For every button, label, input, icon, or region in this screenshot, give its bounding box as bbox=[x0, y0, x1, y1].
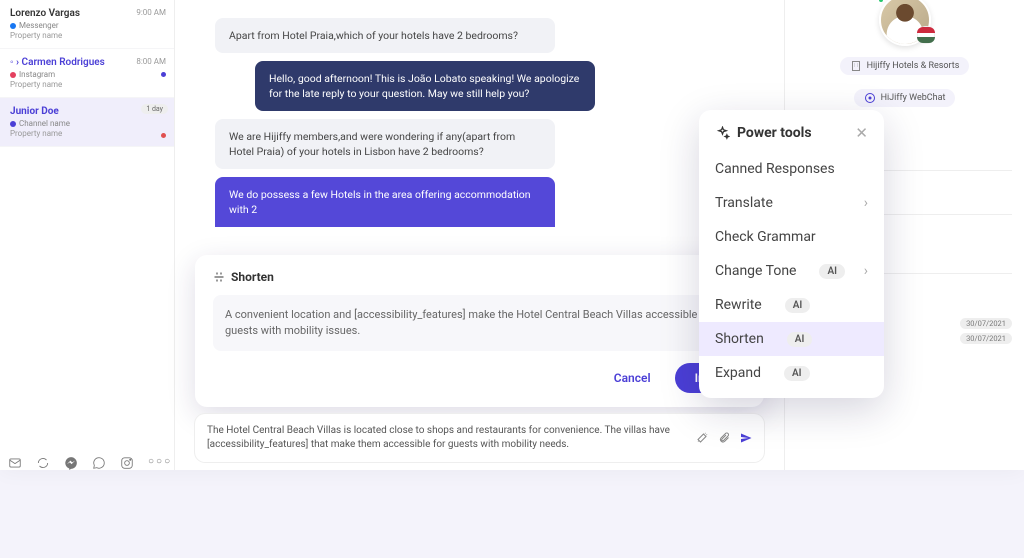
avatar-wrap bbox=[797, 0, 1012, 46]
cancel-button[interactable]: Cancel bbox=[600, 363, 665, 393]
source-row: Instagram bbox=[10, 70, 164, 79]
mail-icon[interactable] bbox=[8, 456, 22, 470]
source-row: Channel name bbox=[10, 119, 164, 128]
timestamp: 8:00 AM bbox=[136, 57, 166, 66]
messenger-icon[interactable] bbox=[64, 456, 78, 470]
ai-badge: AI bbox=[785, 298, 811, 313]
age-badge: 1 day bbox=[141, 104, 168, 114]
request-date: 30/07/2021 bbox=[960, 318, 1012, 329]
source-row: Messenger bbox=[10, 21, 164, 30]
modal-actions: Cancel Insert bbox=[213, 363, 746, 393]
magic-wand-icon[interactable] bbox=[696, 432, 708, 444]
power-tools-popover: Power tools ✕ Canned Responses Translate… bbox=[699, 110, 884, 398]
ai-badge: AI bbox=[787, 332, 813, 347]
tool-expand[interactable]: Expand AI bbox=[699, 356, 884, 390]
close-icon[interactable]: ✕ bbox=[855, 124, 868, 142]
instagram-icon[interactable] bbox=[120, 456, 134, 470]
unread-dot-icon bbox=[161, 72, 166, 77]
webchat-icon bbox=[864, 92, 876, 104]
message-incoming: Apart from Hotel Praia,which of your hot… bbox=[215, 18, 555, 53]
org-row: Hijiffy Hotels & Resorts bbox=[797, 54, 1012, 78]
conversation-item-active[interactable]: Junior Doe Channel name Property name 1 … bbox=[0, 98, 174, 147]
message-outgoing-partial: We do possess a few Hotels in the area o… bbox=[215, 177, 555, 227]
status-dot-icon bbox=[161, 133, 166, 138]
channel-dock: ○○○ bbox=[8, 456, 172, 470]
popover-title: Power tools bbox=[715, 125, 812, 141]
tool-rewrite[interactable]: Rewrite AI bbox=[699, 288, 884, 322]
request-date: 30/07/2021 bbox=[960, 333, 1012, 344]
tool-canned-responses[interactable]: Canned Responses bbox=[699, 152, 884, 186]
composer-text[interactable]: The Hotel Central Beach Villas is locate… bbox=[207, 424, 696, 452]
shorten-icon bbox=[213, 271, 225, 283]
shorten-modal: Shorten ✕ A convenient location and [acc… bbox=[195, 255, 764, 407]
whatsapp-icon[interactable] bbox=[92, 456, 106, 470]
popover-header: Power tools ✕ bbox=[699, 124, 884, 152]
message-incoming: We are Hijiffy members,and were wonderin… bbox=[215, 119, 555, 169]
org-pill: Hijiffy Hotels & Resorts bbox=[840, 57, 970, 75]
conversation-item[interactable]: ◦ › Carmen Rodrigues Instagram Property … bbox=[0, 49, 174, 98]
ai-badge: AI bbox=[784, 366, 810, 381]
send-icon[interactable] bbox=[740, 432, 752, 444]
modal-title: Shorten bbox=[213, 270, 274, 284]
modal-header: Shorten ✕ bbox=[213, 269, 746, 285]
property-name: Property name bbox=[10, 129, 164, 138]
channel-row: HiJiffy WebChat bbox=[797, 86, 1012, 110]
tool-check-grammar[interactable]: Check Grammar bbox=[699, 220, 884, 254]
shorten-output: A convenient location and [accessibility… bbox=[213, 295, 746, 351]
message-outgoing: Hello, good afternoon! This is João Loba… bbox=[255, 61, 595, 111]
tool-change-tone[interactable]: Change Tone AI › bbox=[699, 254, 884, 288]
country-flag-icon bbox=[917, 26, 935, 44]
sparkle-icon bbox=[715, 126, 730, 141]
channel-icon bbox=[10, 121, 16, 127]
tool-translate[interactable]: Translate › bbox=[699, 186, 884, 220]
messenger-icon bbox=[10, 23, 16, 29]
property-name: Property name bbox=[10, 80, 164, 89]
building-icon bbox=[850, 60, 862, 72]
instagram-icon bbox=[10, 72, 16, 78]
chat-area: Apart from Hotel Praia,which of your hot… bbox=[175, 0, 784, 470]
channel-pill: HiJiffy WebChat bbox=[854, 89, 956, 107]
conversation-item[interactable]: Lorenzo Vargas Messenger Property name 9… bbox=[0, 0, 174, 49]
more-icon[interactable]: ○○○ bbox=[148, 456, 172, 470]
chevron-right-icon: › bbox=[864, 263, 868, 279]
chevron-right-icon: › bbox=[864, 195, 868, 211]
tool-shorten[interactable]: Shorten AI bbox=[699, 322, 884, 356]
timestamp: 9:00 AM bbox=[136, 8, 166, 17]
ai-badge: AI bbox=[819, 264, 845, 279]
attachment-icon[interactable] bbox=[718, 432, 730, 444]
conversation-list: Lorenzo Vargas Messenger Property name 9… bbox=[0, 0, 175, 470]
refresh-icon[interactable] bbox=[36, 456, 50, 470]
message-composer[interactable]: The Hotel Central Beach Villas is locate… bbox=[195, 414, 764, 462]
composer-toolbar bbox=[696, 432, 752, 444]
property-name: Property name bbox=[10, 31, 164, 40]
